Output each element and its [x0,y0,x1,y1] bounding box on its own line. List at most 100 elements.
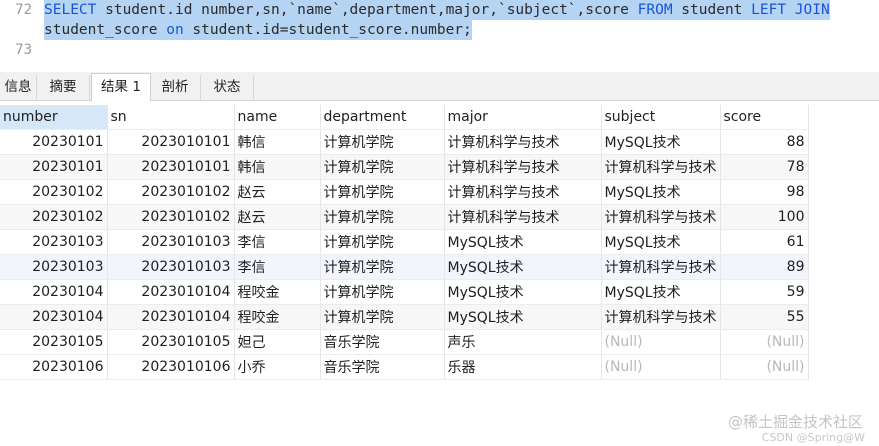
cell-department[interactable]: 计算机学院 [320,154,445,180]
sql-text: student_score [44,22,167,38]
cell-subject-null[interactable]: (Null) [601,329,721,355]
cell-name[interactable]: 李信 [234,254,321,280]
cell-major[interactable]: 计算机科学与技术 [444,204,602,230]
cell-major[interactable]: 计算机科学与技术 [444,179,602,205]
cell-subject[interactable]: 计算机科学与技术 [601,154,721,180]
table-row[interactable]: 20230105 2023010105 妲己 音乐学院 声乐 (Null) (N… [0,329,809,355]
cell-number[interactable]: 20230102 [0,204,108,230]
cell-subject[interactable]: MySQL技术 [601,229,721,255]
column-header-department[interactable]: department [320,105,445,130]
column-header-subject[interactable]: subject [601,105,721,130]
cell-number[interactable]: 20230101 [0,154,108,180]
cell-number[interactable]: 20230106 [0,354,108,380]
column-header-sn[interactable]: sn [107,105,235,130]
column-header-name[interactable]: name [234,105,321,130]
cell-name[interactable]: 韩信 [234,129,321,155]
sql-editor[interactable]: 72 SELECT student.id number,sn,`name`,de… [0,0,879,70]
table-row[interactable]: 20230103 2023010103 李信 计算机学院 MySQL技术 MyS… [0,229,809,255]
cell-sn[interactable]: 2023010102 [107,179,235,205]
tab-status[interactable]: 状态 [201,75,254,100]
cell-sn[interactable]: 2023010104 [107,304,235,330]
watermark: @稀土掘金技术社区 [727,413,863,431]
cell-sn[interactable]: 2023010106 [107,354,235,380]
result-tabbar: 信息 摘要 结果 1 剖析 状态 [0,72,879,102]
cell-score[interactable]: 61 [720,229,809,255]
cell-name[interactable]: 赵云 [234,204,321,230]
cell-department[interactable]: 计算机学院 [320,204,445,230]
column-header-score[interactable]: score [720,105,809,130]
table-row[interactable]: 20230101 2023010101 韩信 计算机学院 计算机科学与技术 计算… [0,154,809,180]
table-row[interactable]: 20230102 2023010102 赵云 计算机学院 计算机科学与技术 My… [0,179,809,205]
tab-result-1[interactable]: 结果 1 [91,73,151,102]
cell-sn[interactable]: 2023010105 [107,329,235,355]
cell-department[interactable]: 计算机学院 [320,304,445,330]
cell-department[interactable]: 计算机学院 [320,179,445,205]
cell-major[interactable]: MySQL技术 [444,304,602,330]
cell-department[interactable]: 计算机学院 [320,279,445,305]
table-row[interactable]: 20230104 2023010104 程咬金 计算机学院 MySQL技术 My… [0,279,809,305]
cell-major[interactable]: 乐器 [444,354,602,380]
tab-summary[interactable]: 摘要 [37,75,90,100]
cell-name[interactable]: 程咬金 [234,279,321,305]
cell-sn[interactable]: 2023010104 [107,279,235,305]
table-row[interactable]: 20230102 2023010102 赵云 计算机学院 计算机科学与技术 计算… [0,204,809,230]
table-row[interactable]: 20230103 2023010103 李信 计算机学院 MySQL技术 计算机… [0,254,809,280]
cell-score[interactable]: 89 [720,254,809,280]
result-grid[interactable]: number sn name department major subject … [0,105,809,380]
cell-major[interactable]: 声乐 [444,329,602,355]
cell-subject[interactable]: 计算机科学与技术 [601,204,721,230]
cell-sn[interactable]: 2023010103 [107,229,235,255]
cell-score[interactable]: 59 [720,279,809,305]
tab-info[interactable]: 信息 [0,75,37,100]
cell-name[interactable]: 妲己 [234,329,321,355]
cell-number[interactable]: 20230105 [0,329,108,355]
cell-major[interactable]: 计算机科学与技术 [444,129,602,155]
sql-keyword: FROM [637,2,673,18]
cell-subject[interactable]: MySQL技术 [601,179,721,205]
cell-major[interactable]: MySQL技术 [444,254,602,280]
table-row[interactable]: 20230106 2023010106 小乔 音乐学院 乐器 (Null) (N… [0,354,809,380]
cell-subject-null[interactable]: (Null) [601,354,721,380]
cell-department[interactable]: 音乐学院 [320,354,445,380]
cell-sn[interactable]: 2023010103 [107,254,235,280]
cell-name[interactable]: 韩信 [234,154,321,180]
table-row[interactable]: 20230104 2023010104 程咬金 计算机学院 MySQL技术 计算… [0,304,809,330]
cell-name[interactable]: 赵云 [234,179,321,205]
cell-major[interactable]: 计算机科学与技术 [444,154,602,180]
cell-score[interactable]: 88 [720,129,809,155]
sql-text: student [672,2,752,18]
cell-number[interactable]: 20230101 [0,129,108,155]
cell-major[interactable]: MySQL技术 [444,279,602,305]
column-header-number[interactable]: number [0,105,108,130]
cell-number[interactable]: 20230102 [0,179,108,205]
table-row[interactable]: 20230101 2023010101 韩信 计算机学院 计算机科学与技术 My… [0,129,809,155]
cell-subject[interactable]: MySQL技术 [601,279,721,305]
cell-score[interactable]: 55 [720,304,809,330]
cell-number[interactable]: 20230104 [0,279,108,305]
cell-score-null[interactable]: (Null) [720,354,809,380]
cell-name[interactable]: 小乔 [234,354,321,380]
cell-subject[interactable]: MySQL技术 [601,129,721,155]
tab-profile[interactable]: 剖析 [150,75,201,100]
column-header-major[interactable]: major [444,105,602,130]
cell-score[interactable]: 78 [720,154,809,180]
cell-major[interactable]: MySQL技术 [444,229,602,255]
cell-sn[interactable]: 2023010101 [107,154,235,180]
cell-subject[interactable]: 计算机科学与技术 [601,254,721,280]
cell-score-null[interactable]: (Null) [720,329,809,355]
sql-keyword: LEFT JOIN [751,2,830,18]
cell-department[interactable]: 计算机学院 [320,254,445,280]
cell-number[interactable]: 20230103 [0,254,108,280]
cell-score[interactable]: 98 [720,179,809,205]
cell-number[interactable]: 20230104 [0,304,108,330]
cell-sn[interactable]: 2023010101 [107,129,235,155]
cell-sn[interactable]: 2023010102 [107,204,235,230]
cell-name[interactable]: 程咬金 [234,304,321,330]
cell-department[interactable]: 计算机学院 [320,229,445,255]
cell-number[interactable]: 20230103 [0,229,108,255]
cell-name[interactable]: 李信 [234,229,321,255]
cell-score[interactable]: 100 [720,204,809,230]
cell-department[interactable]: 音乐学院 [320,329,445,355]
cell-subject[interactable]: 计算机科学与技术 [601,304,721,330]
cell-department[interactable]: 计算机学院 [320,129,445,155]
